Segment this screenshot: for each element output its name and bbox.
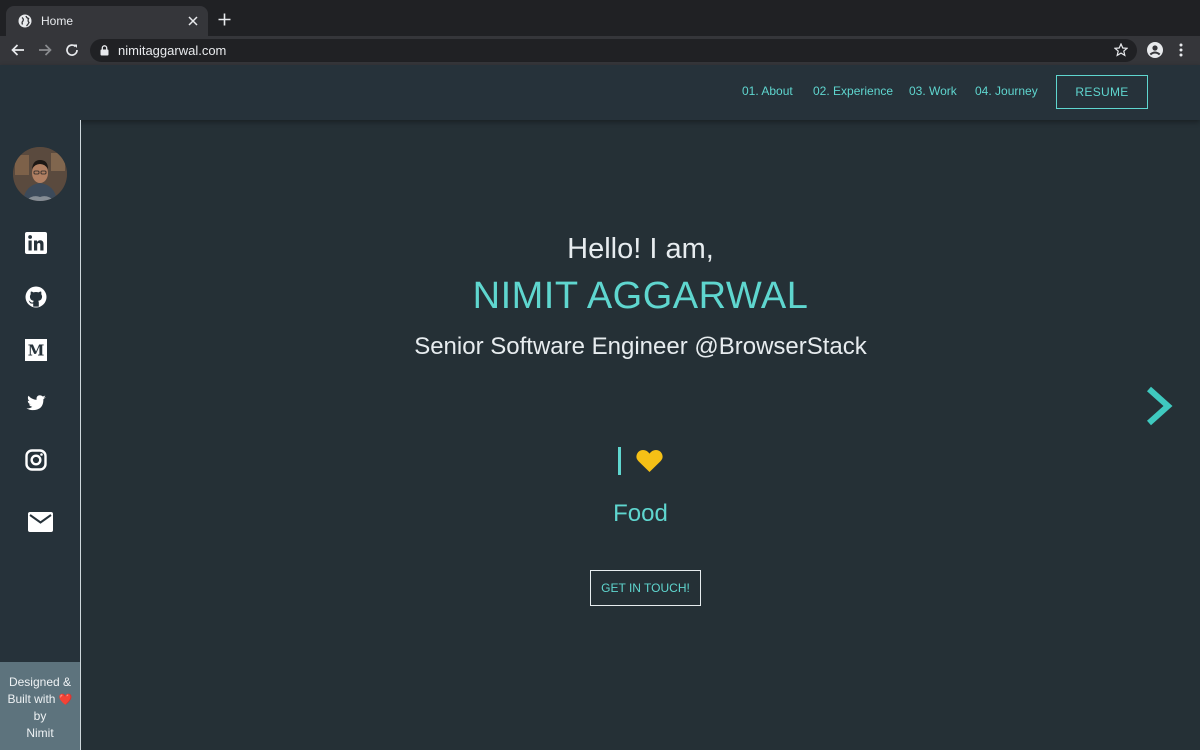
linkedin-icon[interactable] bbox=[25, 232, 47, 254]
passion-word: Food bbox=[613, 500, 668, 527]
forward-icon[interactable] bbox=[37, 42, 53, 58]
profile-icon[interactable] bbox=[1147, 42, 1163, 58]
close-tab-icon[interactable] bbox=[188, 16, 198, 26]
avatar bbox=[13, 147, 67, 201]
footer-credit: Designed & Built with ❤️ by Nimit bbox=[0, 662, 80, 750]
hero-role: Senior Software Engineer @BrowserStack bbox=[414, 333, 867, 360]
hero-greeting: Hello! I am, bbox=[567, 233, 714, 265]
tab-title: Home bbox=[41, 14, 74, 28]
nav-link-about[interactable]: 01. About bbox=[742, 84, 793, 98]
back-icon[interactable] bbox=[10, 42, 26, 58]
email-icon[interactable] bbox=[28, 512, 53, 534]
nav-link-journey[interactable]: 04. Journey bbox=[975, 84, 1038, 98]
browser-tabstrip: Home bbox=[0, 0, 1200, 36]
medium-icon[interactable]: M bbox=[25, 339, 47, 361]
social-sidebar: M Designed & Built with ❤️ by Nimit bbox=[0, 120, 81, 750]
bookmark-star-icon[interactable] bbox=[1114, 43, 1128, 57]
footer-line-2: Built with ❤️ bbox=[0, 691, 80, 709]
hero-name: NIMIT AGGARWAL bbox=[472, 275, 809, 317]
new-tab-icon[interactable] bbox=[218, 13, 231, 26]
resume-button[interactable]: RESUME bbox=[1056, 75, 1148, 109]
github-icon[interactable] bbox=[25, 286, 47, 308]
get-in-touch-button[interactable]: GET IN TOUCH! bbox=[590, 570, 701, 606]
love-line bbox=[81, 444, 1200, 478]
typing-cursor bbox=[618, 447, 621, 475]
globe-icon bbox=[18, 14, 32, 28]
browser-tab[interactable]: Home bbox=[6, 6, 208, 36]
browser-toolbar: nimitaggarwal.com bbox=[0, 36, 1200, 65]
browser-menu-icon[interactable] bbox=[1177, 43, 1185, 57]
nav-link-work[interactable]: 03. Work bbox=[909, 84, 957, 98]
nav-link-experience[interactable]: 02. Experience bbox=[813, 84, 893, 98]
twitter-icon[interactable] bbox=[25, 392, 47, 414]
site-header: 01. About 02. Experience 03. Work 04. Jo… bbox=[0, 65, 1200, 120]
footer-line-4: Nimit bbox=[26, 725, 54, 740]
footer-line-1: Designed & bbox=[8, 675, 72, 689]
heart-icon: ❤️ bbox=[58, 693, 73, 706]
chevron-right-icon[interactable] bbox=[1146, 386, 1174, 426]
heart-icon bbox=[636, 449, 663, 473]
svg-text:M: M bbox=[28, 342, 45, 360]
address-bar[interactable]: nimitaggarwal.com bbox=[90, 39, 1137, 62]
lock-icon bbox=[100, 45, 109, 56]
reload-icon[interactable] bbox=[64, 42, 80, 58]
url-text: nimitaggarwal.com bbox=[118, 43, 227, 58]
footer-line-3: by bbox=[33, 709, 47, 723]
instagram-icon[interactable] bbox=[25, 449, 47, 471]
footer-built-with: Built with bbox=[7, 691, 56, 706]
